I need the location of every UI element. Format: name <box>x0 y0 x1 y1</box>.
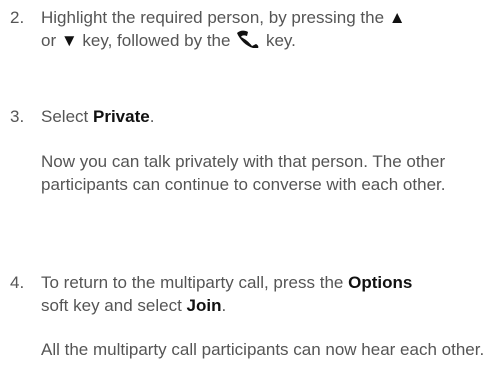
step-text-part: soft key and select <box>41 296 182 315</box>
step-number: 3. <box>10 107 25 126</box>
up-arrow-icon: ▲ <box>388 8 406 27</box>
step-4: 4. To return to the multiparty call, pre… <box>10 271 500 317</box>
down-arrow-icon: ▼ <box>60 31 78 50</box>
step-text-part: Select <box>41 107 89 126</box>
step-number: 2. <box>10 8 25 27</box>
step-text-part: . <box>221 296 227 315</box>
call-key-icon <box>235 30 261 48</box>
option-join: Join <box>186 296 222 315</box>
option-private: Private <box>92 107 150 126</box>
step-text-part: key. <box>265 31 296 50</box>
step-text-part: or <box>41 31 57 50</box>
step-number: 4. <box>10 273 25 292</box>
step-text-part: To return to the multiparty call, press … <box>41 273 344 292</box>
step-text: Highlight the required person, by pressi… <box>41 6 500 52</box>
step-text: Select Private. <box>41 105 500 128</box>
step-4-note: All the multiparty call participants can… <box>41 340 485 359</box>
instruction-page: 2. Highlight the required person, by pre… <box>0 0 504 392</box>
options-soft-key: Options <box>348 273 413 292</box>
step-text: To return to the multiparty call, press … <box>41 271 500 317</box>
step-text-part: . <box>149 107 155 126</box>
step-text-part: Highlight the required person, by pressi… <box>41 8 385 27</box>
step-3-note: Now you can talk privately with that per… <box>41 152 446 194</box>
step-3: 3. Select Private. <box>10 105 500 128</box>
step-2: 2. Highlight the required person, by pre… <box>10 6 500 52</box>
step-text-part: key, followed by the <box>82 31 231 50</box>
